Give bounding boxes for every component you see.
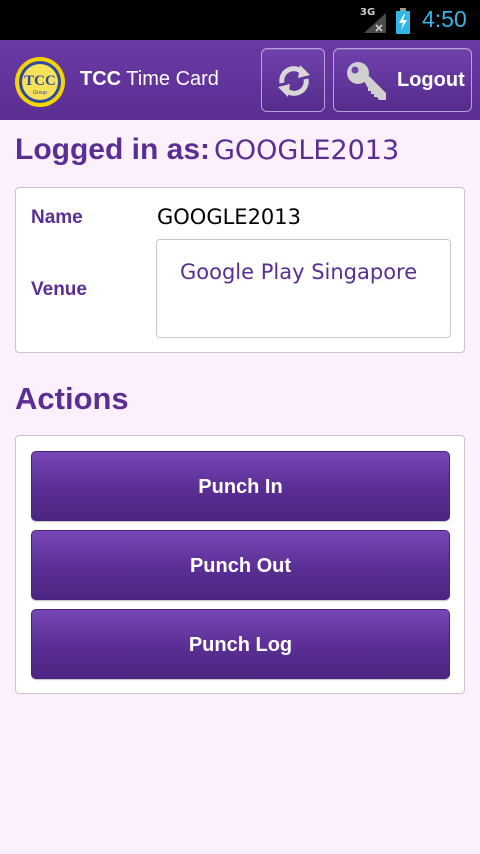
user-info-card: Name GOOGLE2013 Venue Google Play Singap…: [15, 187, 465, 353]
actions-card: Punch In Punch Out Punch Log: [15, 435, 465, 694]
actions-heading: Actions: [15, 381, 129, 416]
tcc-logo: TCC Group: [15, 57, 65, 107]
punch-log-label: Punch Log: [188, 634, 293, 656]
venue-label: Venue: [31, 279, 87, 300]
punch-out-label: Punch Out: [189, 555, 292, 577]
app-header: TCC Group TCC Time Card Logout: [0, 40, 480, 120]
logout-button[interactable]: Logout: [333, 48, 472, 112]
app-title: TCC Time Card: [80, 68, 219, 91]
refresh-button[interactable]: [261, 48, 325, 112]
punch-in-label: Punch In: [198, 476, 283, 498]
venue-value: Google Play Singapore: [180, 260, 418, 284]
logged-in-label: Logged in as:: [15, 133, 210, 166]
key-icon: [347, 62, 386, 100]
venue-field[interactable]: Google Play Singapore: [156, 239, 451, 338]
status-bar: 3G 4:50: [0, 0, 480, 40]
punch-out-button[interactable]: Punch Out: [31, 530, 450, 600]
network-indicator: 3G: [360, 7, 388, 33]
punch-in-button[interactable]: Punch In: [31, 451, 450, 521]
logged-in-user: GOOGLE2013: [214, 135, 400, 166]
clock: 4:50: [422, 6, 467, 32]
refresh-icon: [278, 65, 310, 97]
name-label: Name: [31, 207, 83, 228]
battery-charging-icon: [396, 8, 410, 34]
app-title-rest: Time Card: [121, 68, 219, 90]
logged-in-heading: Logged in as: GOOGLE2013: [15, 133, 399, 167]
signal-icon: [364, 13, 386, 33]
name-value: GOOGLE2013: [157, 205, 302, 229]
logout-label: Logout: [397, 69, 465, 91]
app-title-bold: TCC: [80, 68, 122, 90]
logo-subtext: Group: [33, 90, 47, 96]
logo-text: TCC: [24, 73, 56, 89]
punch-log-button[interactable]: Punch Log: [31, 609, 450, 679]
